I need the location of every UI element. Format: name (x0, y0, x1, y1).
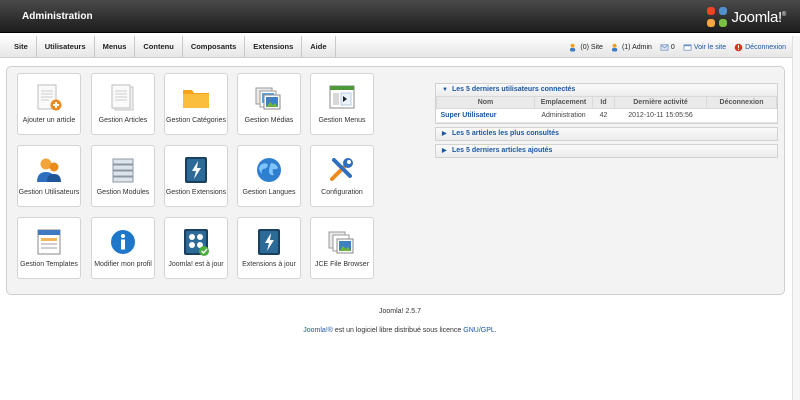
quickicon-categories[interactable]: Gestion Catégories (164, 73, 228, 135)
quickicon-configuration[interactable]: Configuration (310, 145, 374, 207)
visitors-icon (570, 43, 576, 52)
menu-menus[interactable]: Menus (95, 36, 136, 58)
logout-icon (734, 43, 743, 51)
admins-icon (611, 43, 618, 52)
messages-icon (660, 43, 669, 51)
menu-help[interactable]: Aide (302, 36, 336, 58)
quickicon-file-browser[interactable]: JCE File Browser (310, 217, 374, 279)
joomla-link[interactable]: Joomla!® (303, 327, 333, 334)
module-latest-articles-header[interactable]: ▶ Les 5 derniers articles ajoutés (436, 145, 777, 157)
menu-components[interactable]: Composants (183, 36, 246, 58)
messages-status[interactable]: 0 (660, 43, 675, 52)
quickicon-languages[interactable]: Gestion Langues (237, 145, 301, 207)
visitors-status: (0) Site (569, 43, 603, 52)
view-site-link[interactable]: Voir le site (683, 43, 726, 52)
user-last-activity: 2012-10-11 15:05:56 (614, 108, 707, 123)
joomla-logo: Joomla!® (707, 7, 786, 27)
quickicon-add-article[interactable]: Ajouter un article (17, 73, 81, 135)
status-bar: (0) Site (1) Admin 0 Voir le site Déconn… (569, 36, 786, 58)
quickicon-templates[interactable]: Gestion Templates (17, 217, 81, 279)
quickicon-modules[interactable]: Gestion Modules (91, 145, 155, 207)
user-location: Administration (534, 108, 593, 123)
quickicon-label: JCE File Browser (314, 261, 370, 268)
quickicon-label: Gestion Menus (318, 117, 366, 124)
quickicon-label: Gestion Utilisateurs (18, 189, 80, 196)
quickicon-joomla-update[interactable]: Joomla! est à jour (164, 217, 228, 279)
gpl-link[interactable]: GNU/GPL (463, 327, 495, 334)
quickicon-label: Gestion Langues (242, 189, 296, 196)
extensions-update-icon (258, 229, 280, 255)
add-article-icon (37, 84, 62, 111)
column-header: Nom (436, 96, 535, 109)
joomla-logo-icon (707, 7, 728, 27)
joomla-update-icon (184, 229, 209, 256)
articles-icon (111, 84, 134, 111)
admins-status: (1) Admin (611, 43, 652, 52)
user-id: 42 (592, 108, 615, 123)
collapsed-arrow-icon: ▶ (442, 148, 447, 154)
quickicon-label: Extensions à jour (242, 261, 296, 268)
quickicon-label: Gestion Templates (20, 261, 78, 268)
quickicon-menus[interactable]: Gestion Menus (310, 73, 374, 135)
menu-extensions[interactable]: Extensions (245, 36, 303, 58)
menus-icon (329, 85, 355, 109)
extensions-icon (185, 157, 207, 183)
expanded-arrow-icon: ▼ (442, 87, 448, 93)
tools-icon (330, 158, 353, 181)
user-name-link[interactable]: Super Utilisateur (436, 108, 535, 123)
column-header: Dernière activité (614, 96, 707, 109)
quickicon-label: Gestion Extensions (165, 189, 227, 196)
user-logout-cell (706, 108, 777, 123)
module-logged-users-header[interactable]: ▼ Les 5 derniers utilisateurs connectés (436, 84, 777, 96)
menu-content[interactable]: Contenu (135, 36, 183, 58)
folder-icon (183, 90, 209, 108)
quickicon-label: Ajouter un article (22, 117, 76, 124)
quickicon-label: Joomla! est à jour (168, 261, 224, 268)
logged-users-table: Nom Emplacement Id Dernière activité Déc… (436, 96, 777, 123)
quickicon-label: Gestion Catégories (166, 117, 226, 124)
quickicon-label: Gestion Articles (98, 117, 148, 124)
logout-link[interactable]: Déconnexion (734, 43, 786, 52)
quickicon-label: Configuration (321, 189, 363, 196)
info-icon (111, 230, 135, 254)
quickicon-extensions-update[interactable]: Extensions à jour (237, 217, 301, 279)
module-popular-articles-header[interactable]: ▶ Les 5 articles les plus consultés (436, 128, 777, 140)
file-browser-icon (328, 231, 354, 254)
menu-users[interactable]: Utilisateurs (37, 36, 95, 58)
quickicon-label: Modifier mon profil (94, 261, 152, 268)
quickicon-label: Gestion Médias (244, 117, 294, 124)
menu-site[interactable]: Site (6, 36, 37, 58)
collapsed-arrow-icon: ▶ (442, 131, 447, 137)
license-text: Joomla!® est un logiciel libre distribué… (303, 327, 497, 334)
module-popular-articles: ▶ Les 5 articles les plus consultés (435, 127, 778, 141)
column-header: Id (592, 96, 615, 109)
module-latest-articles: ▶ Les 5 derniers articles ajoutés (435, 144, 778, 158)
page-title: Administration (22, 11, 93, 22)
templates-icon (37, 229, 61, 255)
column-header: Emplacement (534, 96, 593, 109)
quickicon-extensions[interactable]: Gestion Extensions (164, 145, 228, 207)
main-menu-bar: Site Utilisateurs Menus Contenu Composan… (0, 36, 800, 58)
view-site-icon (683, 43, 692, 51)
vertical-scrollbar[interactable] (792, 36, 800, 400)
users-icon (37, 158, 61, 182)
media-icon (255, 87, 281, 110)
quickicon-media[interactable]: Gestion Médias (237, 73, 301, 135)
quickicon-users[interactable]: Gestion Utilisateurs (17, 145, 81, 207)
quickicon-profile[interactable]: Modifier mon profil (91, 217, 155, 279)
module-logged-users: ▼ Les 5 derniers utilisateurs connectés … (435, 83, 778, 124)
modules-column: ▼ Les 5 derniers utilisateurs connectés … (435, 83, 778, 161)
table-row: Super Utilisateur Administration 42 2012… (436, 108, 777, 123)
version-text: Joomla! 2.5.7 (378, 308, 422, 315)
globe-icon (257, 158, 281, 182)
modules-icon (112, 158, 134, 183)
logo-text: Joomla!® (731, 8, 786, 26)
quickicon-articles[interactable]: Gestion Articles (91, 73, 155, 135)
column-header: Déconnexion (706, 96, 777, 109)
quickicon-label: Gestion Modules (96, 189, 150, 196)
header-bar: Administration Joomla!® (0, 0, 800, 33)
